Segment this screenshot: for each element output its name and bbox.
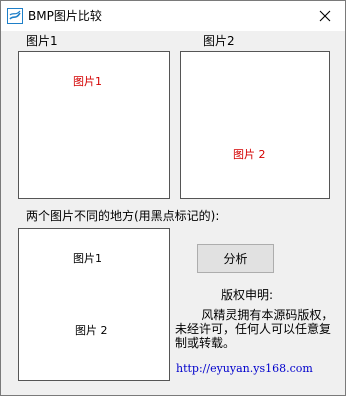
label-pic1: 图片1 [26,34,58,48]
picture-2-text: 图片 2 [233,148,266,161]
app-icon [7,8,23,24]
picture-box-1[interactable]: 图片1 [18,51,170,199]
app-window: BMP图片比较 图片1 图片2 图片1 图片 2 两个图片不同的地方(用黑点标记… [0,0,346,396]
analyze-button[interactable]: 分析 [197,244,274,273]
label-diff: 两个图片不同的地方(用黑点标记的): [26,209,220,223]
title-bar[interactable]: BMP图片比较 [1,1,345,31]
copyright-body: 风精灵拥有本源码版权，未经许可，任何人可以任意复制或转载。 [175,308,334,350]
copyright-title: 版权申明: [221,288,274,302]
diff-text-2: 图片 2 [75,324,108,337]
picture-box-2[interactable]: 图片 2 [180,51,330,199]
close-button[interactable] [305,1,345,31]
window-title: BMP图片比较 [28,9,102,23]
label-pic2: 图片2 [203,34,235,48]
diff-picture-box[interactable]: 图片1 图片 2 [18,228,170,381]
picture-1-text: 图片1 [73,75,102,88]
homepage-link[interactable]: http://eyuyan.ys168.com [176,362,313,375]
diff-text-1: 图片1 [73,252,102,265]
close-icon [319,10,331,22]
